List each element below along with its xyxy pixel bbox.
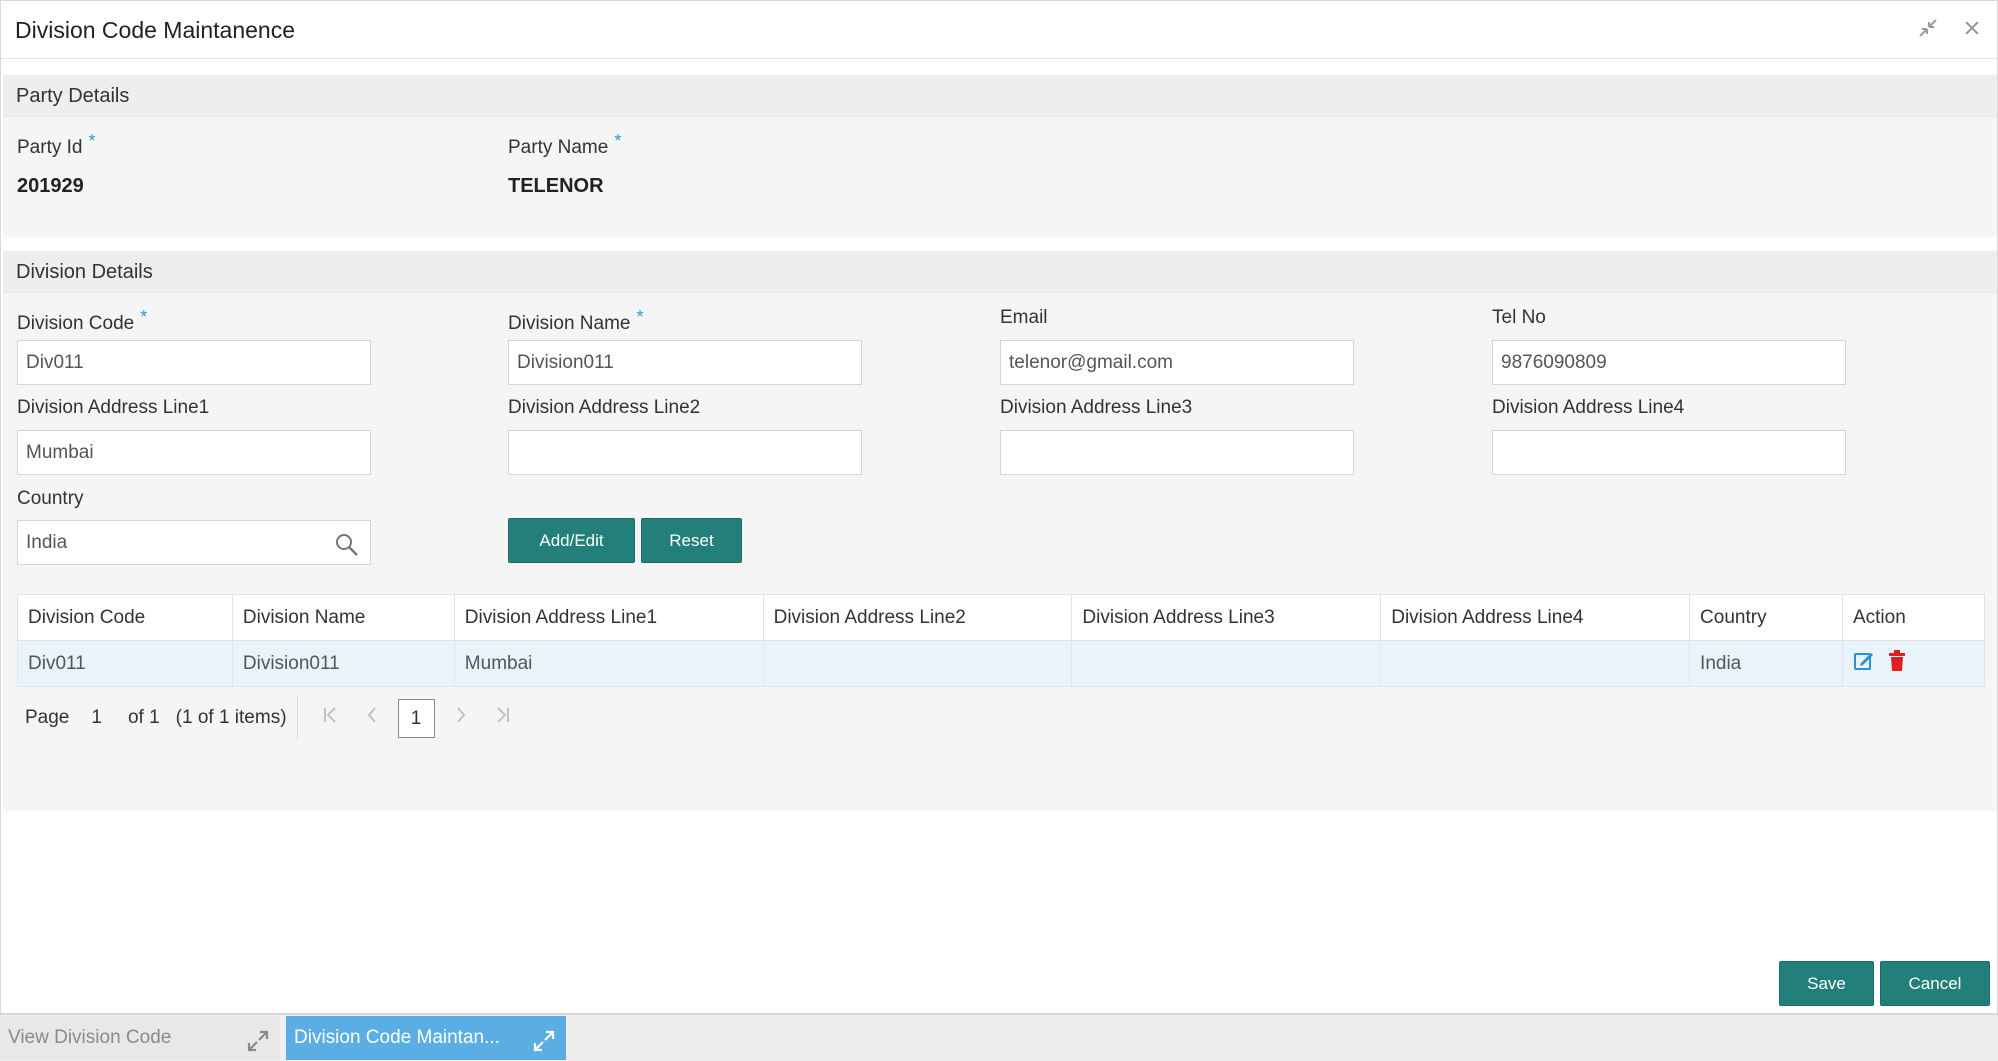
country-label: Country (17, 488, 84, 509)
address-line2-input-box[interactable] (517, 432, 817, 473)
division-table: Division Code Division Name Division Add… (17, 594, 1986, 687)
task-label: Division Code Maintan... (294, 1027, 500, 1048)
expand-icon[interactable] (246, 1026, 270, 1052)
table-cell: Mumbai (453, 640, 764, 687)
table-row[interactable]: Div011 Division011 Mumbai India (17, 640, 1986, 687)
items-count: (1 of 1 items) (175, 707, 287, 728)
column-header[interactable]: Division Address Line2 (762, 594, 1073, 641)
address-line1-field: Division Address Line1 (17, 397, 209, 419)
address-line1-input[interactable] (17, 430, 371, 475)
address-line3-input[interactable] (1000, 430, 1354, 475)
address-line1-input-box[interactable] (26, 432, 326, 473)
current-page-box[interactable]: 1 (397, 698, 435, 738)
task-label: View Division Code (8, 1027, 172, 1048)
division-code-input[interactable] (17, 340, 371, 385)
email-label: Email (1000, 307, 1048, 328)
tel-no-input-box[interactable] (1501, 342, 1801, 383)
required-marker: * (140, 307, 148, 327)
table-cell: Div011 (17, 640, 233, 687)
column-header: Action (1841, 594, 1986, 641)
window-title: Division Code Maintanence (15, 17, 295, 43)
division-name-input-box[interactable] (517, 342, 817, 383)
address-line2-label: Division Address Line2 (508, 397, 701, 418)
party-name-field: Party Name * TELENOR (508, 131, 621, 198)
division-name-field: Division Name * (508, 307, 644, 335)
division-code-field: Division Code * (17, 307, 147, 335)
country-field: Country (17, 488, 84, 510)
party-details-section: Party Details Party Id * 201929 Party Nam… (3, 75, 1997, 237)
page-total: of 1 (127, 707, 160, 728)
party-name-label: Party Name (508, 137, 609, 158)
party-name-value: TELENOR (508, 175, 604, 197)
required-marker: * (88, 131, 96, 151)
column-header[interactable]: Division Address Line3 (1071, 594, 1382, 641)
email-input-box[interactable] (1009, 342, 1309, 383)
page-label: Page (25, 707, 70, 728)
last-page-icon[interactable] (495, 706, 511, 730)
division-details-section: Division Details Division Code* Division… (3, 251, 1997, 811)
tel-no-input[interactable] (1492, 340, 1846, 385)
table-header-row: Division Code Division Name Division Add… (17, 594, 1986, 641)
address-line4-input-box[interactable] (1501, 432, 1801, 473)
division-code-input-box[interactable] (26, 342, 326, 383)
table-cell (1380, 640, 1691, 687)
party-id-label: Party Id (17, 137, 83, 158)
minimize-icon[interactable] (1917, 17, 1939, 39)
table-cell: India (1689, 640, 1843, 687)
column-header[interactable]: Country (1689, 594, 1843, 641)
close-icon[interactable] (1961, 17, 1983, 39)
country-input[interactable] (17, 520, 371, 565)
division-name-label: Division Name (508, 313, 631, 334)
table-cell (1071, 640, 1382, 687)
column-header[interactable]: Division Name (231, 594, 455, 641)
page-value: 1 (91, 707, 102, 728)
add-edit-button[interactable]: Add/Edit (508, 518, 635, 563)
edit-icon[interactable] (1853, 650, 1875, 678)
address-line3-field: Division Address Line3 (1000, 397, 1192, 419)
pager-divider (296, 696, 298, 740)
address-line3-input-box[interactable] (1009, 432, 1309, 473)
party-id-value: 201929 (17, 175, 84, 197)
expand-icon[interactable] (532, 1026, 556, 1052)
country-input-box[interactable] (26, 522, 326, 563)
next-page-icon[interactable] (455, 706, 467, 730)
table-cell: Division011 (231, 640, 455, 687)
address-line4-label: Division Address Line4 (1492, 397, 1685, 418)
required-marker: * (614, 131, 622, 151)
reset-button[interactable]: Reset (641, 518, 742, 563)
prev-page-icon[interactable] (366, 706, 378, 730)
division-code-label: Division Code (17, 313, 135, 334)
column-header[interactable]: Division Address Line1 (453, 594, 764, 641)
tel-no-field: Tel No (1492, 307, 1546, 329)
window-titlebar: Division Code Maintanence (1, 1, 1997, 59)
address-line4-field: Division Address Line4 (1492, 397, 1684, 419)
task-view-division-code[interactable]: View Division Code (0, 1016, 280, 1060)
address-line4-input[interactable] (1492, 430, 1846, 475)
search-icon[interactable] (334, 531, 360, 557)
address-line3-label: Division Address Line3 (1000, 397, 1193, 418)
pagination: Page 1 of 1 (1 of 1 items) 1 (25, 696, 525, 740)
first-page-icon[interactable] (322, 706, 338, 730)
division-code-window: Division Code Maintanence Party Details … (0, 0, 1998, 1014)
party-id-field: Party Id * 201929 (17, 131, 96, 198)
email-field: Email (1000, 307, 1048, 329)
cancel-button[interactable]: Cancel (1880, 961, 1990, 1006)
address-line2-input[interactable] (508, 430, 862, 475)
task-division-code-maintenance[interactable]: Division Code Maintan... (286, 1016, 566, 1060)
address-line2-field: Division Address Line2 (508, 397, 700, 419)
email-input[interactable] (1000, 340, 1354, 385)
action-cell (1841, 640, 1986, 687)
address-line1-label: Division Address Line1 (17, 397, 210, 418)
party-details-header: Party Details (3, 75, 1997, 117)
column-header[interactable]: Division Address Line4 (1380, 594, 1691, 641)
delete-icon[interactable] (1887, 649, 1907, 678)
taskbar: View Division Code Division Code Maintan… (0, 1014, 1998, 1061)
division-name-input[interactable] (508, 340, 862, 385)
tel-no-label: Tel No (1492, 307, 1546, 328)
required-marker: * (636, 307, 644, 327)
save-button[interactable]: Save (1779, 961, 1874, 1006)
table-cell (762, 640, 1073, 687)
division-details-header: Division Details (3, 251, 1997, 293)
column-header[interactable]: Division Code (17, 594, 233, 641)
